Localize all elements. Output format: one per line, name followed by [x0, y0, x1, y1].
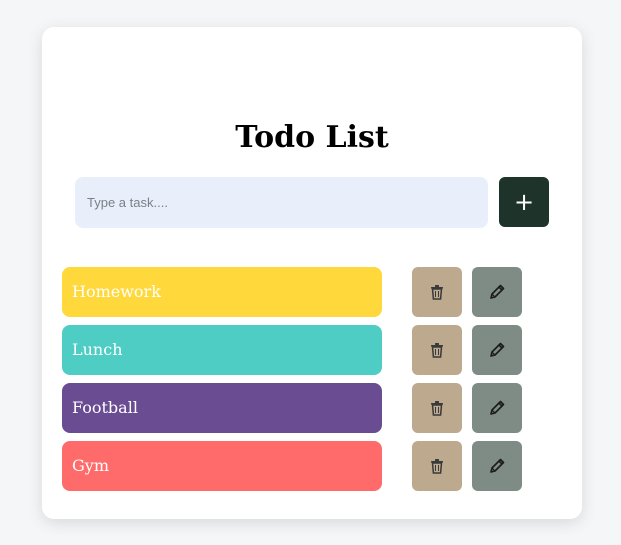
- trash-icon: [430, 458, 444, 474]
- delete-task-button[interactable]: [412, 325, 462, 375]
- task-row: Lunch: [62, 325, 532, 375]
- pencil-icon: [488, 399, 506, 417]
- task-input[interactable]: [75, 177, 488, 228]
- task-label: Homework: [62, 267, 382, 317]
- task-row: Homework: [62, 267, 532, 317]
- edit-task-button[interactable]: [472, 441, 522, 491]
- trash-icon: [430, 284, 444, 300]
- pencil-icon: [488, 341, 506, 359]
- delete-task-button[interactable]: [412, 441, 462, 491]
- page-title: Todo List: [235, 120, 389, 155]
- pencil-icon: [488, 457, 506, 475]
- add-task-button[interactable]: +: [499, 177, 549, 227]
- edit-task-button[interactable]: [472, 267, 522, 317]
- task-label: Lunch: [62, 325, 382, 375]
- task-label: Football: [62, 383, 382, 433]
- task-row: Football: [62, 383, 532, 433]
- task-label: Gym: [62, 441, 382, 491]
- task-list: Homework Lunch Football Gym: [62, 267, 532, 499]
- trash-icon: [430, 400, 444, 416]
- todo-card: Todo List + Homework: [42, 27, 582, 519]
- edit-task-button[interactable]: [472, 383, 522, 433]
- task-row: Gym: [62, 441, 532, 491]
- delete-task-button[interactable]: [412, 383, 462, 433]
- trash-icon: [430, 342, 444, 358]
- edit-task-button[interactable]: [472, 325, 522, 375]
- delete-task-button[interactable]: [412, 267, 462, 317]
- pencil-icon: [488, 283, 506, 301]
